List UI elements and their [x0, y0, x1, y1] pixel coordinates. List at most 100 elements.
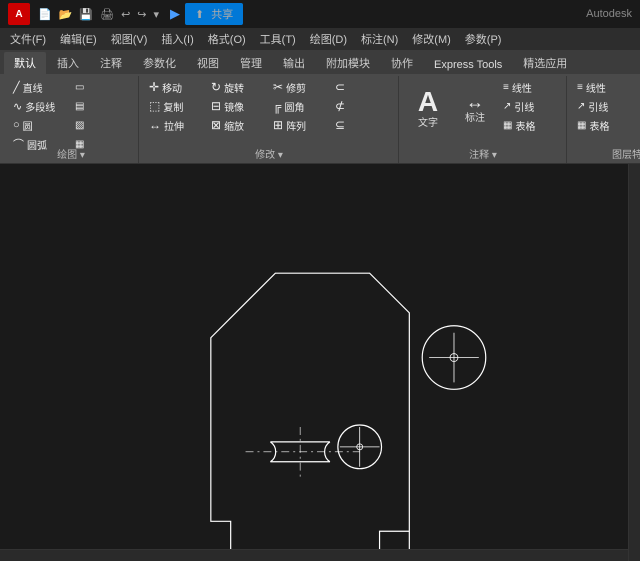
cad-logo: A — [8, 3, 30, 25]
tool-text[interactable]: A 文字 — [406, 78, 450, 138]
tool-polyline[interactable]: ∿ 多段线 — [10, 97, 70, 115]
menu-file[interactable]: 文件(F) — [4, 29, 52, 49]
menu-format[interactable]: 格式(O) — [202, 29, 252, 49]
stretch-label: 拉伸 — [164, 118, 184, 133]
layer-table-label: 表格 — [589, 118, 609, 133]
share-button[interactable]: ⬆ 共享 — [185, 3, 243, 25]
tool-leader[interactable]: ↗ 引线 — [500, 97, 560, 115]
ribbon-group-layers: ≡ 线性 ↗ 引线 ▦ 表格 — [568, 76, 640, 163]
ribbon-group-modify: ✛ 移动 ⬚ 复制 ↔ 拉伸 ↻ — [140, 76, 399, 163]
text-label: 文字 — [418, 118, 438, 129]
tab-annotation[interactable]: 注释 — [90, 52, 132, 74]
tab-parametric[interactable]: 参数化 — [133, 52, 186, 74]
tool-circle[interactable]: ○ 圆 — [10, 116, 70, 134]
menu-params[interactable]: 参数(P) — [459, 29, 508, 49]
tool-layer-select[interactable]: ↗ 引线 — [574, 97, 634, 115]
open-icon[interactable]: 📂 — [57, 7, 75, 22]
array-icon: ⊞ — [273, 118, 283, 132]
plot-icon[interactable]: 🖨 — [98, 7, 116, 22]
ribbon-group-annotation: A 文字 ↔ 标注 ≡ 线性 ↗ 引线 — [400, 76, 567, 163]
tab-express-tools[interactable]: Express Tools — [424, 56, 512, 74]
rect-icon: ▭ — [75, 82, 84, 93]
tab-manage[interactable]: 管理 — [230, 52, 272, 74]
menu-edit[interactable]: 编辑(E) — [54, 29, 103, 49]
stretch-icon: ↔ — [149, 118, 161, 132]
tool-erase[interactable]: ⊂ — [332, 78, 392, 96]
drawing-area[interactable] — [0, 164, 640, 561]
tab-collaborate[interactable]: 协作 — [381, 52, 423, 74]
annotation-group-label: 注释 ▾ — [400, 146, 566, 161]
ribbon-tab-bar: 默认 插入 注释 参数化 视图 管理 输出 附加模块 协作 Express To… — [0, 50, 640, 74]
tool-fillet[interactable]: ╔ 圆角 — [270, 97, 330, 115]
erase-icon: ⊂ — [335, 80, 345, 94]
circle-label: 圆 — [23, 118, 33, 133]
title-bar: A 📄 📂 💾 🖨 ↩ ↪ ▾ ▶ ⬆ 共享 Autodesk — [0, 0, 640, 28]
polyline-label: 多段线 — [25, 99, 55, 114]
new-icon[interactable]: 📄 — [36, 7, 54, 22]
tool-stretch[interactable]: ↔ 拉伸 — [146, 116, 206, 134]
tab-default[interactable]: 默认 — [4, 52, 46, 74]
menu-tools[interactable]: 工具(T) — [254, 29, 302, 49]
layer-table-icon: ▦ — [577, 120, 586, 131]
share-arrow-icon: ▶ — [168, 5, 182, 23]
gradient-icon: ▨ — [75, 120, 84, 131]
menu-dimension[interactable]: 标注(N) — [355, 29, 404, 49]
tool-gradient[interactable]: ▨ — [72, 116, 132, 134]
tool-trim[interactable]: ✂ 修剪 — [270, 78, 330, 96]
circle-icon: ○ — [13, 119, 20, 131]
tool-hatch[interactable]: ▤ — [72, 97, 132, 115]
join-icon: ⊆ — [335, 118, 345, 132]
tab-output[interactable]: 输出 — [273, 52, 315, 74]
move-label: 移动 — [162, 80, 182, 95]
tab-addons[interactable]: 附加模块 — [316, 52, 380, 74]
tool-table[interactable]: ▦ 表格 — [500, 116, 560, 134]
menu-bar: 文件(F) 编辑(E) 视图(V) 插入(I) 格式(O) 工具(T) 绘图(D… — [0, 28, 640, 50]
tool-copy[interactable]: ⬚ 复制 — [146, 97, 206, 115]
redo-icon[interactable]: ↪ — [135, 7, 148, 22]
tab-insert[interactable]: 插入 — [47, 52, 89, 74]
tab-view[interactable]: 视图 — [187, 52, 229, 74]
tool-rect[interactable]: ▭ — [72, 78, 132, 96]
layer-select-label: 引线 — [588, 99, 608, 114]
tab-featured-apps[interactable]: 精选应用 — [513, 52, 577, 74]
rotate-label: 旋转 — [224, 80, 244, 95]
hatch-icon: ▤ — [75, 101, 84, 112]
ribbon-group-draw: ╱ 直线 ∿ 多段线 ○ 圆 ⌒ 圆弧 — [4, 76, 139, 163]
horizontal-scrollbar[interactable] — [0, 549, 628, 561]
share-label: 共享 — [209, 5, 235, 23]
tool-rotate[interactable]: ↻ 旋转 — [208, 78, 268, 96]
line-icon: ╱ — [13, 81, 20, 94]
layer-select-icon: ↗ — [577, 101, 585, 112]
trim-label: 修剪 — [286, 80, 306, 95]
move-icon: ✛ — [149, 80, 159, 94]
dimension-icon: ↔ — [466, 93, 484, 111]
save-icon[interactable]: 💾 — [77, 7, 95, 22]
menu-draw[interactable]: 绘图(D) — [304, 29, 353, 49]
copy-icon: ⬚ — [149, 99, 160, 113]
menu-modify[interactable]: 修改(M) — [406, 29, 457, 49]
menu-insert[interactable]: 插入(I) — [155, 29, 199, 49]
extra-icon[interactable]: ▾ — [152, 7, 162, 22]
tool-scale[interactable]: ⊠ 缩放 — [208, 116, 268, 134]
text-icon: A — [418, 88, 438, 116]
tool-array[interactable]: ⊞ 阵列 — [270, 116, 330, 134]
scale-icon: ⊠ — [211, 118, 221, 132]
tool-line[interactable]: ╱ 直线 — [10, 78, 70, 96]
share-icon: ⬆ — [193, 7, 206, 22]
trim-icon: ✂ — [273, 80, 283, 94]
menu-view[interactable]: 视图(V) — [105, 29, 154, 49]
tool-layer-props[interactable]: ≡ 线性 — [574, 78, 634, 96]
title-toolbar-icons: 📄 📂 💾 🖨 ↩ ↪ ▾ ▶ ⬆ 共享 — [36, 3, 586, 25]
tool-explode[interactable]: ⊄ — [332, 97, 392, 115]
tool-mirror[interactable]: ⊟ 镜像 — [208, 97, 268, 115]
layer-group-label: 图层特性 — [568, 146, 640, 161]
mirror-icon: ⊟ — [211, 99, 221, 113]
tool-join[interactable]: ⊆ — [332, 116, 392, 134]
vertical-scrollbar[interactable] — [628, 164, 640, 561]
modify-group-label: 修改 ▾ — [140, 146, 398, 161]
tool-layer-table[interactable]: ▦ 表格 — [574, 116, 634, 134]
undo-icon[interactable]: ↩ — [119, 7, 132, 22]
tool-move[interactable]: ✛ 移动 — [146, 78, 206, 96]
tool-dimension[interactable]: ↔ 标注 — [453, 78, 497, 138]
tool-linear-dim[interactable]: ≡ 线性 — [500, 78, 560, 96]
